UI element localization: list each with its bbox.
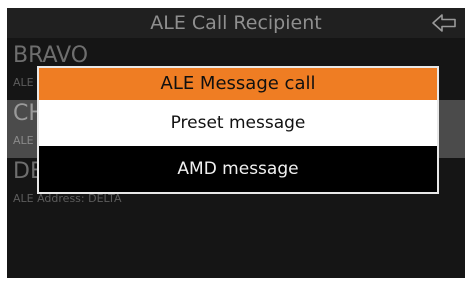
radio-screen: ALE Call Recipient BRAVO ALE Address: BR… [7, 8, 465, 278]
amd-message-option[interactable]: AMD message [39, 146, 437, 192]
preset-message-option[interactable]: Preset message [39, 100, 437, 146]
title-bar: ALE Call Recipient [7, 8, 465, 38]
page-title: ALE Call Recipient [150, 12, 322, 34]
recipient-address: ALE Address: DELTA [13, 192, 122, 205]
ale-message-dialog: ALE Message call Preset message AMD mess… [37, 66, 439, 194]
back-button[interactable] [429, 11, 459, 35]
back-arrow-icon [432, 14, 456, 32]
dialog-title: ALE Message call [39, 68, 437, 100]
